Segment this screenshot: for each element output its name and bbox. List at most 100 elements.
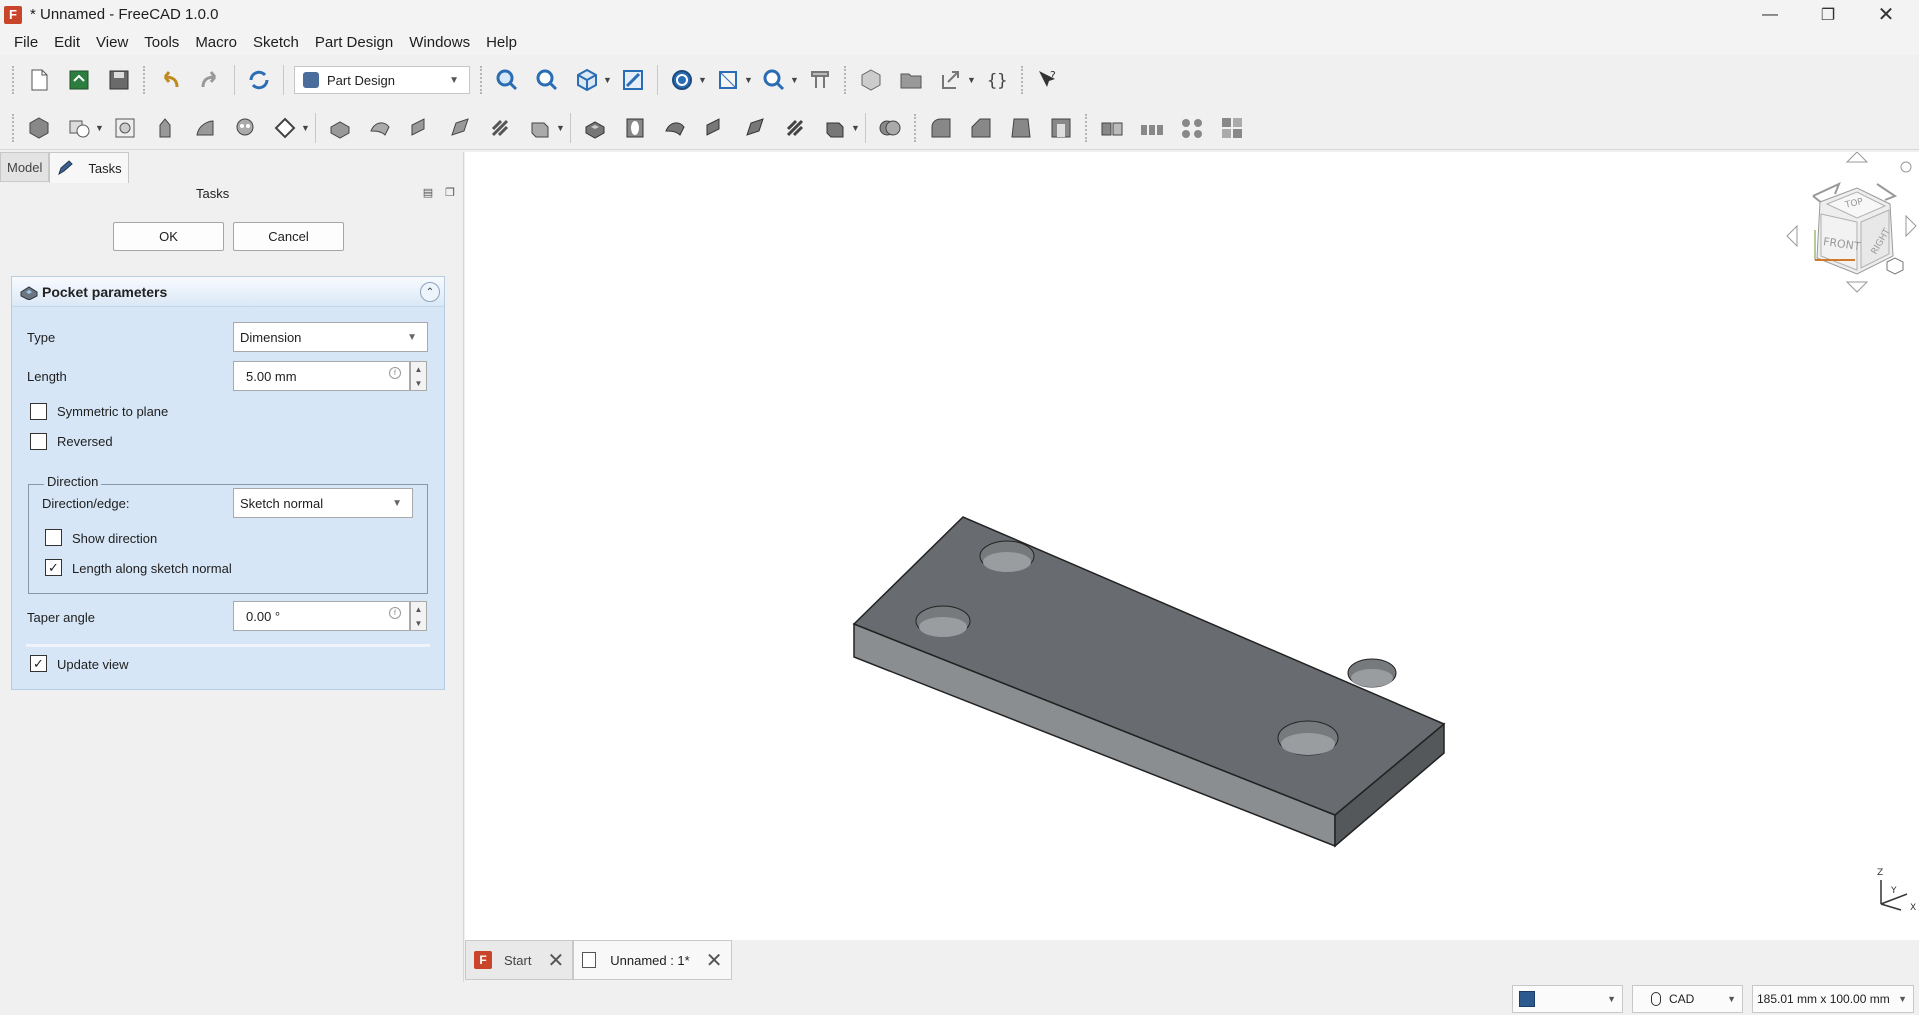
- overlay-selector[interactable]: ▼: [1512, 985, 1623, 1013]
- create-sketch-button[interactable]: [63, 112, 95, 144]
- taper-angle-stepper[interactable]: ▲ ▼: [410, 601, 427, 631]
- symmetric-checkbox[interactable]: [30, 403, 47, 420]
- measure-button[interactable]: [804, 64, 836, 96]
- fillet-button[interactable]: [925, 112, 957, 144]
- revolution-button[interactable]: [364, 112, 396, 144]
- toolbar-grip[interactable]: [12, 66, 15, 94]
- shape-binder-button[interactable]: [189, 112, 221, 144]
- save-document-button[interactable]: [103, 64, 135, 96]
- direction-edge-select[interactable]: Sketch normal ▼: [233, 488, 413, 518]
- open-document-button[interactable]: [63, 64, 95, 96]
- dimension-display[interactable]: 185.01 mm x 100.00 mm ▼: [1752, 985, 1914, 1013]
- sync-view-button[interactable]: [617, 64, 649, 96]
- length-along-normal-checkbox[interactable]: ✓: [45, 559, 62, 576]
- ok-button[interactable]: OK: [113, 222, 224, 251]
- cancel-button[interactable]: Cancel: [233, 222, 344, 251]
- 3d-viewport[interactable]: TOP FRONT RIGHT Z Y X: [465, 151, 1919, 940]
- close-tab-icon[interactable]: ✕: [547, 948, 564, 973]
- navigation-cube[interactable]: TOP FRONT RIGHT: [1786, 151, 1917, 293]
- taper-angle-input[interactable]: 0.00 ° f: [233, 601, 410, 631]
- menu-macro[interactable]: Macro: [187, 34, 245, 51]
- create-part-button[interactable]: [855, 64, 887, 96]
- toolbar-grip[interactable]: [1085, 113, 1088, 142]
- chevron-down-icon[interactable]: ▼: [790, 75, 799, 85]
- collapse-panel-icon[interactable]: ▤: [423, 186, 433, 199]
- undo-button[interactable]: [154, 64, 186, 96]
- workbench-selector[interactable]: Part Design ▼: [294, 66, 470, 94]
- doc-tab-unnamed[interactable]: Unnamed : 1* ✕: [573, 940, 732, 980]
- draw-style-button[interactable]: [666, 64, 698, 96]
- refresh-button[interactable]: [243, 64, 275, 96]
- zoom-button[interactable]: [758, 64, 790, 96]
- draft-button[interactable]: [1005, 112, 1037, 144]
- chamfer-button[interactable]: [965, 112, 997, 144]
- boolean-button[interactable]: [874, 112, 906, 144]
- standard-views-button[interactable]: [571, 64, 603, 96]
- restore-button[interactable]: ❐: [1799, 0, 1857, 29]
- chevron-down-icon[interactable]: ▼: [556, 123, 565, 133]
- linear-pattern-button[interactable]: [1136, 112, 1168, 144]
- pad-button[interactable]: [324, 112, 356, 144]
- close-tab-icon[interactable]: ✕: [706, 948, 723, 973]
- collapse-section-button[interactable]: ⌃: [420, 282, 440, 302]
- multi-transform-button[interactable]: [1216, 112, 1248, 144]
- length-stepper[interactable]: ▲ ▼: [410, 361, 427, 391]
- chevron-down-icon[interactable]: ▼: [95, 123, 104, 133]
- toolbar-grip[interactable]: [143, 66, 146, 94]
- step-up-icon[interactable]: ▲: [415, 365, 423, 374]
- minimize-button[interactable]: —: [1741, 0, 1799, 29]
- float-panel-icon[interactable]: ❐: [445, 186, 455, 199]
- fit-all-button[interactable]: [491, 64, 523, 96]
- fit-selection-button[interactable]: [531, 64, 563, 96]
- toolbar-grip[interactable]: [12, 113, 15, 142]
- thickness-button[interactable]: [1045, 112, 1077, 144]
- polar-pattern-button[interactable]: [1176, 112, 1208, 144]
- tab-model[interactable]: Model: [0, 152, 50, 182]
- doc-tab-start[interactable]: F Start ✕: [465, 940, 574, 980]
- show-direction-checkbox[interactable]: [45, 529, 62, 546]
- close-window-button[interactable]: ✕: [1857, 0, 1915, 29]
- create-group-button[interactable]: [895, 64, 927, 96]
- subtractive-helix-button[interactable]: [779, 112, 811, 144]
- menu-edit[interactable]: Edit: [46, 34, 88, 51]
- menu-tools[interactable]: Tools: [136, 34, 187, 51]
- mirrored-button[interactable]: [1096, 112, 1128, 144]
- toolbar-grip[interactable]: [844, 66, 847, 94]
- redo-button[interactable]: [194, 64, 226, 96]
- menu-part-design[interactable]: Part Design: [307, 34, 401, 51]
- whats-this-button[interactable]: ?: [1032, 64, 1064, 96]
- datum-plane-button[interactable]: [269, 112, 301, 144]
- additive-loft-button[interactable]: [404, 112, 436, 144]
- groove-button[interactable]: [659, 112, 691, 144]
- step-up-icon[interactable]: ▲: [415, 605, 423, 614]
- expression-icon[interactable]: f: [389, 607, 401, 619]
- pocket-button[interactable]: [579, 112, 611, 144]
- create-body-button[interactable]: [23, 112, 55, 144]
- toolbar-grip[interactable]: [1021, 66, 1024, 94]
- reversed-checkbox[interactable]: [30, 433, 47, 450]
- length-input[interactable]: 5.00 mm f: [233, 361, 410, 391]
- link-button[interactable]: [935, 64, 967, 96]
- chevron-down-icon[interactable]: ▼: [301, 123, 310, 133]
- clone-button[interactable]: [149, 112, 181, 144]
- 3d-model[interactable]: TOP FRONT RIGHT Z Y X: [465, 151, 1919, 940]
- chevron-down-icon[interactable]: ▼: [603, 75, 612, 85]
- additive-pipe-button[interactable]: [444, 112, 476, 144]
- additive-helix-button[interactable]: [484, 112, 516, 144]
- chevron-down-icon[interactable]: ▼: [744, 75, 753, 85]
- type-select[interactable]: Dimension ▼: [233, 322, 428, 352]
- menu-sketch[interactable]: Sketch: [245, 34, 307, 51]
- update-view-checkbox[interactable]: ✓: [30, 655, 47, 672]
- step-down-icon[interactable]: ▼: [415, 619, 423, 628]
- toolbar-grip[interactable]: [914, 113, 917, 142]
- subtractive-loft-button[interactable]: [699, 112, 731, 144]
- sub-shape-binder-button[interactable]: [229, 112, 261, 144]
- subtractive-primitive-button[interactable]: [819, 112, 851, 144]
- subtractive-pipe-button[interactable]: [739, 112, 771, 144]
- additive-primitive-button[interactable]: [524, 112, 556, 144]
- expression-icon[interactable]: f: [389, 367, 401, 379]
- menu-windows[interactable]: Windows: [401, 34, 478, 51]
- step-down-icon[interactable]: ▼: [415, 379, 423, 388]
- menu-file[interactable]: File: [6, 34, 46, 51]
- variable-set-button[interactable]: {}: [981, 64, 1013, 96]
